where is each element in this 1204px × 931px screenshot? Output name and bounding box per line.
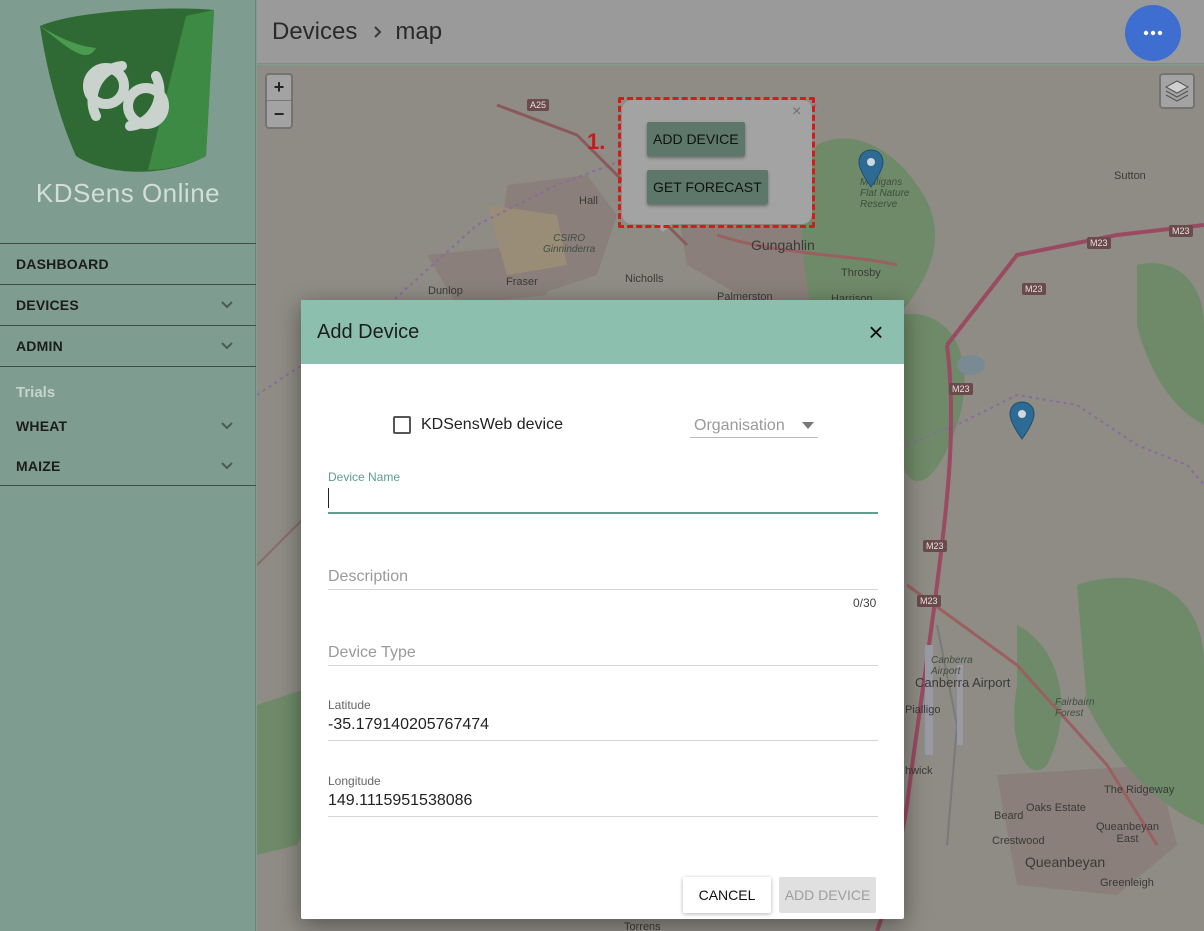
map-label-a25: A25 [527,99,550,111]
map-label-torrens: Torrens [624,921,661,931]
breadcrumb-map: map [395,18,443,45]
device-type-field[interactable]: Device Type [328,644,878,666]
device-name-input[interactable] [328,488,878,510]
map-label-canberra-airport-italic: Canberra Airport [931,655,973,677]
sidebar-item-label: ADMIN [16,338,63,354]
organisation-placeholder: Organisation [694,416,785,434]
logo: KDSens Online [0,0,256,243]
popup-add-device-button[interactable]: ADD DEVICE [647,122,745,156]
description-counter: 0/30 [853,596,877,610]
sidebar-item-admin[interactable]: ADMIN [0,325,256,366]
map-label-m23: M23 [1022,283,1046,295]
map-label-nicholls: Nicholls [625,273,664,285]
map-label-m23: M23 [1169,225,1193,237]
map-label-fraser: Fraser [506,276,538,288]
annotation-step-label: 1. [587,129,606,154]
latitude-field[interactable]: Latitude -35.179140205767474 [328,698,878,741]
add-device-button[interactable]: ADD DEVICE [779,877,876,913]
map-label-fairbairn: Fairbairn Forest [1055,697,1095,719]
more-menu-button[interactable] [1125,5,1181,61]
zoom-in-button[interactable]: + [267,75,291,101]
annotation-highlight-box [618,97,815,228]
map-label-csiro: CSIRO Ginninderra [543,233,596,255]
device-type-input[interactable]: Device Type [328,644,878,662]
sidebar-item-label: DASHBOARD [16,256,109,272]
sidebar-item-label: MAIZE [16,457,61,474]
map-label-throsby: Throsby [841,267,881,279]
map-label-the-ridgeway: The Ridgeway [1104,784,1175,796]
layers-button[interactable] [1159,73,1195,109]
sidebar-item-label: DEVICES [16,297,79,313]
device-type-underline [328,665,878,666]
dialog-title: Add Device [317,320,420,343]
popup-get-forecast-button[interactable]: GET FORECAST [647,170,768,204]
kdsensweb-checkbox-row[interactable]: KDSensWeb device [393,416,563,434]
longitude-field[interactable]: Longitude 149.1115951538086 [328,774,878,817]
longitude-underline [328,816,878,817]
map-label-hall: Hall [579,195,598,207]
map-label-beard: Beard [994,810,1024,822]
chevron-down-icon [220,459,234,473]
map-label-oaks-estate: Oaks Estate [1026,802,1086,814]
close-icon[interactable]: × [864,317,888,348]
map-label-hwick: hwick [905,765,933,777]
map-label-pialligo: Pialligo [905,704,941,716]
chevron-right-icon [373,19,383,45]
cancel-button[interactable]: CANCEL [683,877,771,913]
chevron-down-icon [220,419,234,433]
layers-icon [1164,80,1190,102]
sidebar-section-trials: Trials [0,366,256,406]
more-horizontal-icon [1143,30,1163,36]
map-label-queanbeyan-east: Queanbeyan East [1096,821,1159,845]
chevron-down-icon [220,339,234,353]
description-field[interactable]: Description [328,568,878,590]
sidebar-item-wheat[interactable]: WHEAT [0,406,256,446]
latitude-underline [328,740,878,741]
map-label-m23: M23 [923,540,947,552]
zoom-control: + − [265,73,293,129]
kdsensweb-label: KDSensWeb device [421,416,563,433]
map-label-dunlop: Dunlop [428,285,463,297]
device-name-label: Device Name [328,470,401,484]
logo-text: KDSens Online [35,178,221,208]
popup-close-button[interactable]: × [792,103,801,121]
device-name-field[interactable]: Device Name [328,470,878,514]
sidebar-item-devices[interactable]: DEVICES [0,284,256,325]
dialog-header: Add Device × [301,300,904,364]
organisation-select[interactable]: Organisation [690,414,818,438]
device-name-underline [328,512,878,514]
breadcrumb: Devices map [272,18,442,46]
map-label-m23: M23 [1087,237,1111,249]
longitude-label: Longitude [328,774,381,788]
sidebar-item-label: WHEAT [16,418,68,434]
logo-icon [40,8,214,172]
description-underline [328,589,878,590]
latitude-label: Latitude [328,698,371,712]
kdsensweb-checkbox[interactable] [393,416,411,434]
map-label-canberra-airport: Canberra Airport [915,675,1011,690]
map-label-greenleigh: Greenleigh [1100,877,1154,889]
longitude-input[interactable]: 149.1115951538086 [328,792,878,814]
caret-down-icon [802,422,814,429]
sidebar-item-dashboard[interactable]: DASHBOARD [0,243,256,284]
map-label-m23: M23 [949,383,973,395]
description-input[interactable]: Description [328,568,878,586]
map-label-crestwood: Crestwood [992,835,1045,847]
map-label-sutton: Sutton [1114,170,1146,182]
map-label-queanbeyan: Queanbeyan [1025,854,1106,870]
sidebar-nav: DASHBOARD DEVICES ADMIN Trials WHEAT MAI… [0,243,256,486]
breadcrumb-devices[interactable]: Devices [272,18,357,46]
chevron-down-icon [220,298,234,312]
add-device-dialog: Add Device × KDSensWeb device Organisati… [301,300,904,919]
map-label-m23: M23 [917,595,941,607]
map-marker-pin-icon[interactable] [1009,401,1035,441]
map-label-gungahlin: Gungahlin [751,237,815,253]
zoom-out-button[interactable]: − [267,101,291,127]
latitude-input[interactable]: -35.179140205767474 [328,716,878,738]
sidebar-item-maize[interactable]: MAIZE [0,446,256,486]
text-cursor [328,488,329,508]
map-marker-pin-icon[interactable] [858,149,884,189]
sidebar: KDSens Online DASHBOARD DEVICES ADMIN Tr… [0,0,256,931]
top-bar: Devices map [257,0,1204,64]
